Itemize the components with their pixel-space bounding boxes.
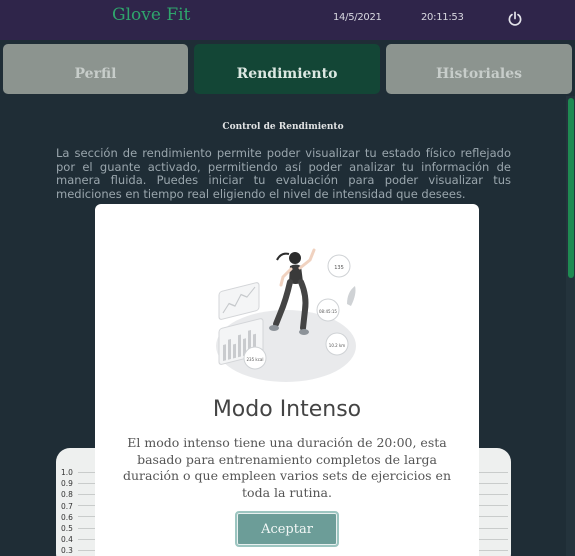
scrollbar-thumb[interactable]: [568, 98, 574, 278]
stat-label: 08:45:15: [319, 309, 337, 314]
y-tick-label: 0.3: [61, 546, 73, 556]
chart-y-axis: 1.0 0.9 0.8 0.7 0.6 0.5 0.4 0.3: [61, 467, 73, 556]
tab-rendimiento[interactable]: Rendimiento: [194, 44, 380, 94]
y-tick-label: 0.8: [61, 490, 73, 500]
y-tick-label: 0.9: [61, 479, 73, 489]
time-display: 20:11:53: [421, 12, 464, 23]
app-title: Glove Fit: [112, 5, 191, 25]
top-bar: Glove Fit 14/5/2021 20:11:53: [0, 0, 575, 40]
y-tick-label: 0.5: [61, 524, 73, 534]
power-icon[interactable]: [507, 11, 523, 27]
dialog-message: El modo intenso tiene una duración de 20…: [122, 435, 452, 500]
tab-perfil[interactable]: Perfil: [3, 44, 188, 94]
section-title: Control de Rendimiento: [222, 122, 344, 132]
date-display: 14/5/2021: [333, 12, 382, 23]
y-tick-label: 1.0: [61, 468, 73, 477]
accept-button[interactable]: Aceptar: [235, 511, 339, 547]
section-description: La sección de rendimiento permite poder …: [56, 146, 511, 201]
y-tick-label: 0.6: [61, 512, 73, 522]
intense-mode-dialog: 135 08:45:15 10.2 km 235 kcal Modo Inten…: [95, 204, 479, 556]
y-tick-label: 0.4: [61, 535, 73, 545]
stat-label: 235 kcal: [247, 357, 264, 362]
dialog-title: Modo Intenso: [212, 397, 362, 422]
stat-label: 10.2 km: [329, 343, 345, 348]
tab-historiales[interactable]: Historiales: [386, 44, 572, 94]
stat-label: 135: [334, 265, 344, 271]
y-tick-label: 0.7: [61, 501, 73, 511]
runner-illustration: 135 08:45:15 10.2 km 235 kcal: [216, 248, 356, 382]
